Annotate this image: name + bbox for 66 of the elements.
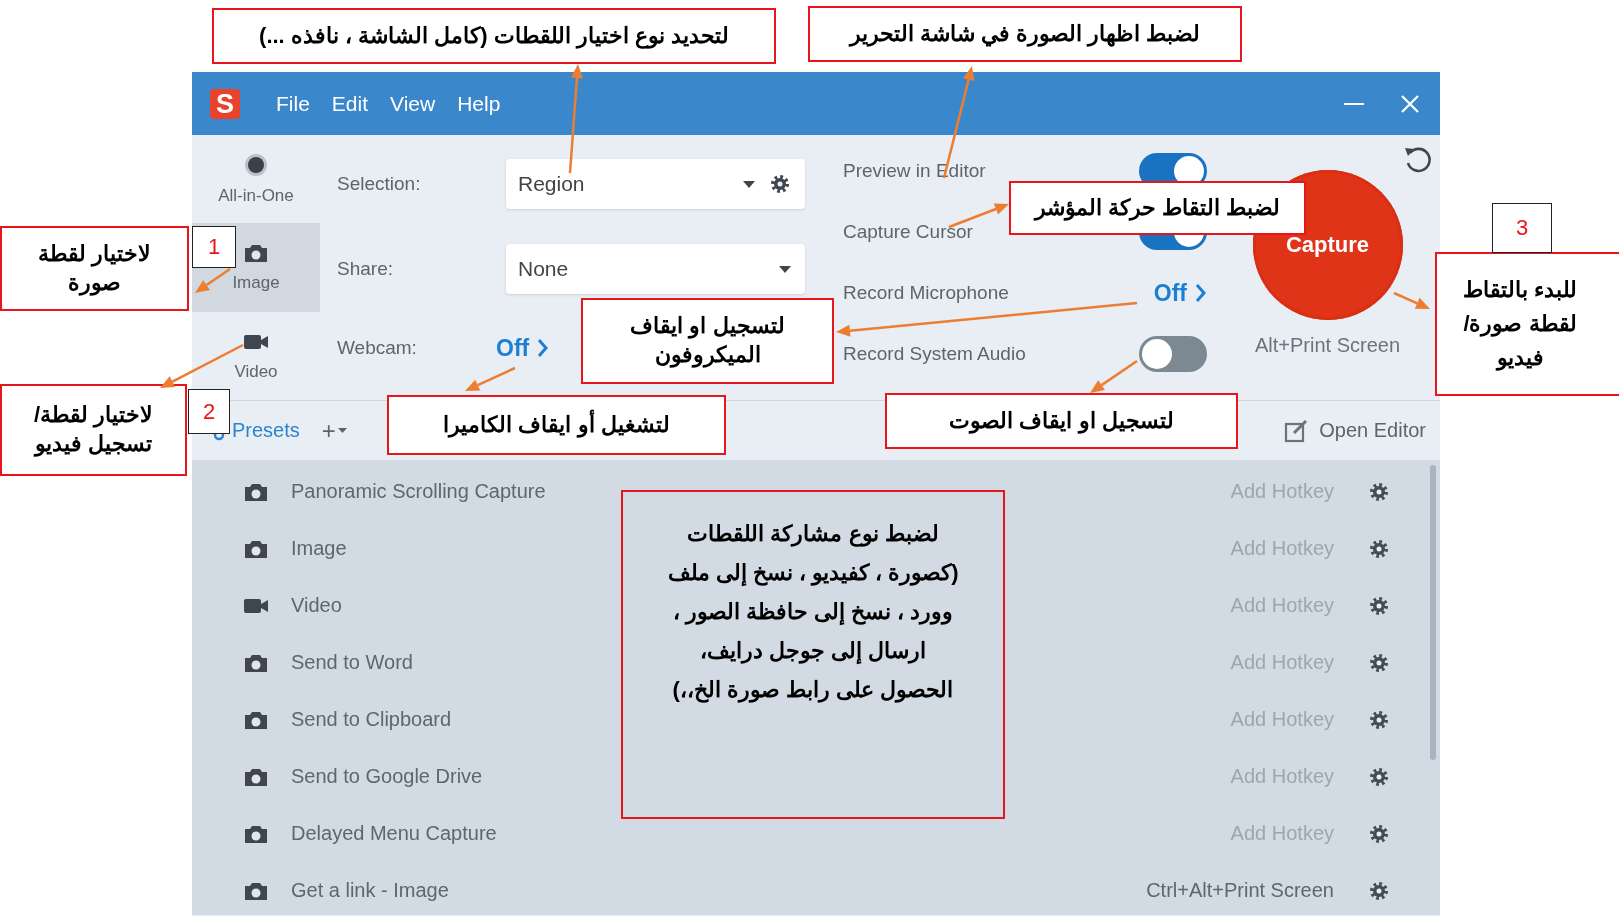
dropdown[interactable]: Region (506, 159, 805, 209)
preset-name[interactable]: Delayed Menu Capture (291, 822, 497, 845)
caret-icon (779, 265, 791, 273)
option-label: Record Microphone (843, 282, 1009, 304)
undo-icon[interactable] (1404, 145, 1434, 175)
settings-icon (769, 173, 791, 195)
settings-icon[interactable] (1368, 537, 1390, 560)
preset-name[interactable]: Panoramic Scrolling Capture (291, 480, 546, 503)
step-number-tooltip: 2 (188, 389, 230, 434)
edit-icon (1284, 418, 1310, 443)
add-preset-button[interactable]: + (321, 416, 347, 445)
preset-name[interactable]: Image (291, 537, 347, 560)
setting-label: Webcam: (337, 337, 418, 359)
toggle-link[interactable]: Off (496, 334, 550, 362)
dropdown[interactable]: None (506, 244, 805, 294)
settings-icon[interactable] (1368, 594, 1390, 617)
menu-item[interactable]: View (390, 91, 436, 116)
preset-name[interactable]: Send to Word (291, 651, 413, 674)
step-number-tooltip: 3 (1492, 203, 1552, 253)
preset-name[interactable]: Send to Clipboard (291, 708, 452, 731)
arrow (465, 366, 516, 391)
mode-tab[interactable]: All-in-One (192, 135, 320, 224)
arrow (195, 267, 231, 293)
annotation-tooltip: لضبط التقاط حركة المؤشر (1009, 181, 1306, 235)
settings-icon[interactable] (1368, 480, 1390, 503)
caret-icon (337, 428, 347, 433)
toggle-link[interactable]: Off (1153, 279, 1207, 307)
annotation-tooltip: لتحديد نوع اختيار اللقطات (كامل الشاشة ، نافذه ...) (212, 8, 776, 64)
annotation-tooltip: للبدء بالتقاط لقطة صورة/ فيديو (1435, 252, 1619, 396)
settings-icon[interactable] (1368, 765, 1390, 788)
chevron-icon (537, 338, 550, 358)
arrow (1090, 359, 1138, 393)
chevron-icon (1195, 283, 1207, 303)
option-label: Capture Cursor (843, 221, 973, 243)
close-icon[interactable] (1400, 93, 1420, 114)
settings-icon[interactable] (1368, 822, 1390, 845)
mode-tab[interactable]: Video (192, 311, 320, 400)
annotation-tooltip: لضبط نوع مشاركة اللقطات (كصورة ، كفيديو ، نسخ إلى ملف وورد ، نسخ إلى حافظة الصور ، ارسال إلى جوجل درايف، الحصول على رابط صورة الخ،،) (621, 490, 1005, 819)
preset-name[interactable]: Video (291, 594, 342, 617)
menu-item[interactable]: Edit (331, 91, 369, 116)
annotation-tooltip: لاختيار لقطة/ تسجيل فيديو (0, 384, 187, 476)
record-icon (243, 152, 269, 179)
settings-icon[interactable] (1368, 651, 1390, 674)
annotation-tooltip: لاختيار لقطة صورة (0, 226, 189, 311)
caret-icon (743, 180, 755, 188)
arrow (1393, 291, 1430, 309)
capture-hotkey: Alt+Print Screen (1254, 334, 1401, 357)
annotation-tooltip: لتسجيل او ايقاف الميكروفون (581, 298, 834, 384)
annotation-tooltip: لتسجيل او ايقاف الصوت (885, 393, 1238, 449)
hotkey-label[interactable]: Ctrl+Alt+Print Screen (1146, 879, 1334, 902)
settings-icon[interactable] (1368, 879, 1390, 902)
scrollbar[interactable] (1430, 465, 1436, 760)
preset-name[interactable]: Send to Google Drive (291, 765, 483, 788)
setting-label: Share: (337, 258, 394, 280)
menu-item[interactable]: Help (457, 91, 501, 116)
annotation-tooltip: لضبط اظهار الصورة في شاشة التحرير (808, 6, 1242, 62)
annotation-tooltip: لتشغيل أو ايقاف الكاميرا (387, 395, 726, 455)
toggle-switch[interactable] (1139, 336, 1207, 372)
settings-icon[interactable] (1368, 708, 1390, 731)
app-logo: S (210, 88, 240, 119)
step-number-tooltip: 1 (192, 226, 236, 268)
menu-item[interactable]: File (276, 91, 310, 116)
option-label: Record System Audio (843, 343, 1026, 365)
setting-label: Selection: (337, 173, 422, 195)
open-editor-button[interactable]: Open Editor (1284, 418, 1426, 443)
preset-name[interactable]: Get a link - Image (291, 879, 449, 902)
